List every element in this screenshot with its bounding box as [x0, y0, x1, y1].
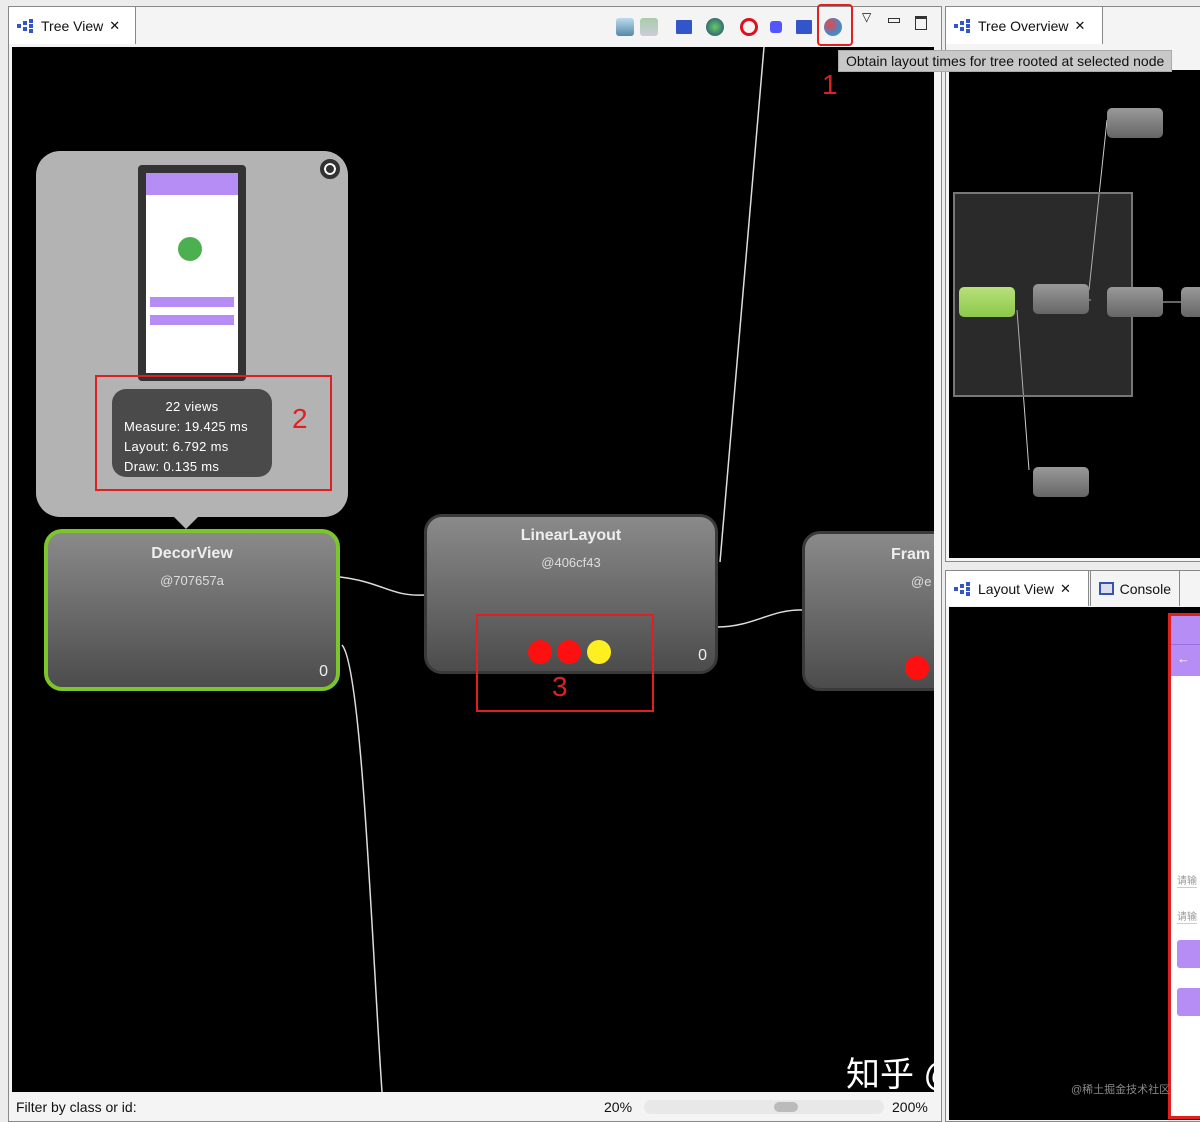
- maximize-icon[interactable]: [915, 16, 927, 30]
- annotation-box-1: [817, 4, 853, 46]
- close-icon[interactable]: ✕: [1075, 18, 1086, 34]
- annotation-number-3: 3: [552, 671, 568, 702]
- overview-node[interactable]: [1033, 284, 1089, 314]
- overview-node-selected[interactable]: [959, 287, 1015, 317]
- annotation-number-2: 2: [292, 403, 308, 434]
- tree-icon: [17, 18, 35, 33]
- invalidate-icon[interactable]: [770, 21, 782, 33]
- back-arrow-icon: ←: [1171, 644, 1200, 676]
- node-count: 0: [698, 647, 707, 664]
- filter-label: Filter by class or id:: [16, 1099, 137, 1115]
- zoom-max-label: 200%: [892, 1099, 928, 1115]
- tab-label: Tree View: [41, 17, 104, 34]
- node-count: 0: [319, 663, 328, 680]
- overview-node[interactable]: [1107, 108, 1163, 138]
- node-framelayout[interactable]: Fram @e: [802, 531, 934, 691]
- tab-tree-view[interactable]: Tree View ✕: [8, 6, 136, 44]
- node-title: DecorView: [151, 545, 233, 562]
- screen-thumbnail: [138, 165, 246, 381]
- tab-layout-view[interactable]: Layout View ✕: [945, 570, 1089, 606]
- node-decorview[interactable]: DecorView @707657a 0: [44, 529, 340, 691]
- connector: [719, 47, 765, 563]
- layout-canvas[interactable]: ← 请输 请输 @稀土掘金技术社区: [949, 607, 1200, 1120]
- connector: [717, 609, 803, 628]
- close-icon[interactable]: ✕: [1060, 581, 1071, 597]
- tree-icon[interactable]: [676, 20, 692, 34]
- overview-node[interactable]: [1107, 287, 1163, 317]
- view-menu-icon[interactable]: ▽: [862, 10, 871, 24]
- watermark: 知乎 @Android小瓜: [846, 1056, 934, 1092]
- preview-button: [1177, 940, 1200, 968]
- zoom-slider[interactable]: [644, 1100, 884, 1114]
- save-icon[interactable]: [616, 18, 634, 36]
- zoom-slider-thumb[interactable]: [774, 1102, 798, 1112]
- filter-bar: Filter by class or id: 20% 200%: [12, 1094, 934, 1120]
- node-id: @e: [911, 574, 932, 589]
- tree-canvas[interactable]: 22 views Measure: 19.425 ms Layout: 6.79…: [12, 47, 934, 1092]
- tab-tree-overview[interactable]: Tree Overview ✕: [945, 6, 1103, 44]
- minimize-icon[interactable]: [888, 18, 900, 23]
- connector: [341, 644, 383, 1092]
- preview-button: [1177, 988, 1200, 1016]
- globe-icon[interactable]: [706, 18, 724, 36]
- layout-preview[interactable]: ← 请输 请输: [1168, 613, 1200, 1119]
- console-icon: [1099, 582, 1114, 595]
- close-icon[interactable]: ✕: [109, 18, 120, 34]
- popup-pointer: [174, 517, 198, 529]
- tooltip: Obtain layout times for tree rooted at s…: [838, 50, 1173, 72]
- capture-layers-icon[interactable]: [640, 18, 658, 36]
- tree-icon: [954, 18, 972, 33]
- zoom-min-label: 20%: [604, 1099, 633, 1115]
- overview-node[interactable]: [1181, 287, 1200, 317]
- measure-indicator: [905, 656, 929, 680]
- watermark-sub: @稀土掘金技术社区: [1071, 1084, 1171, 1096]
- filter-input[interactable]: [152, 1096, 592, 1118]
- tab-label: Console: [1119, 580, 1171, 597]
- tab-label: Tree Overview: [978, 17, 1069, 34]
- node-title: Fram: [891, 546, 931, 563]
- tab-console[interactable]: Console: [1090, 570, 1180, 606]
- node-id: @406cf43: [541, 555, 601, 570]
- toolbar: ▽: [610, 6, 940, 44]
- overview-node[interactable]: [1033, 467, 1089, 497]
- input-hint-2: 请输: [1177, 908, 1197, 924]
- stop-icon[interactable]: [740, 18, 758, 36]
- popup-toggle-icon[interactable]: [320, 159, 340, 179]
- overview-canvas[interactable]: [949, 70, 1200, 558]
- request-layout-icon[interactable]: [796, 20, 812, 34]
- tab-label: Layout View: [978, 580, 1055, 597]
- node-id: @707657a: [160, 573, 224, 588]
- connector: [339, 576, 425, 596]
- tree-icon: [954, 581, 972, 596]
- annotation-number-1: 1: [822, 69, 838, 100]
- input-hint-1: 请输: [1177, 872, 1197, 888]
- node-title: LinearLayout: [520, 527, 622, 544]
